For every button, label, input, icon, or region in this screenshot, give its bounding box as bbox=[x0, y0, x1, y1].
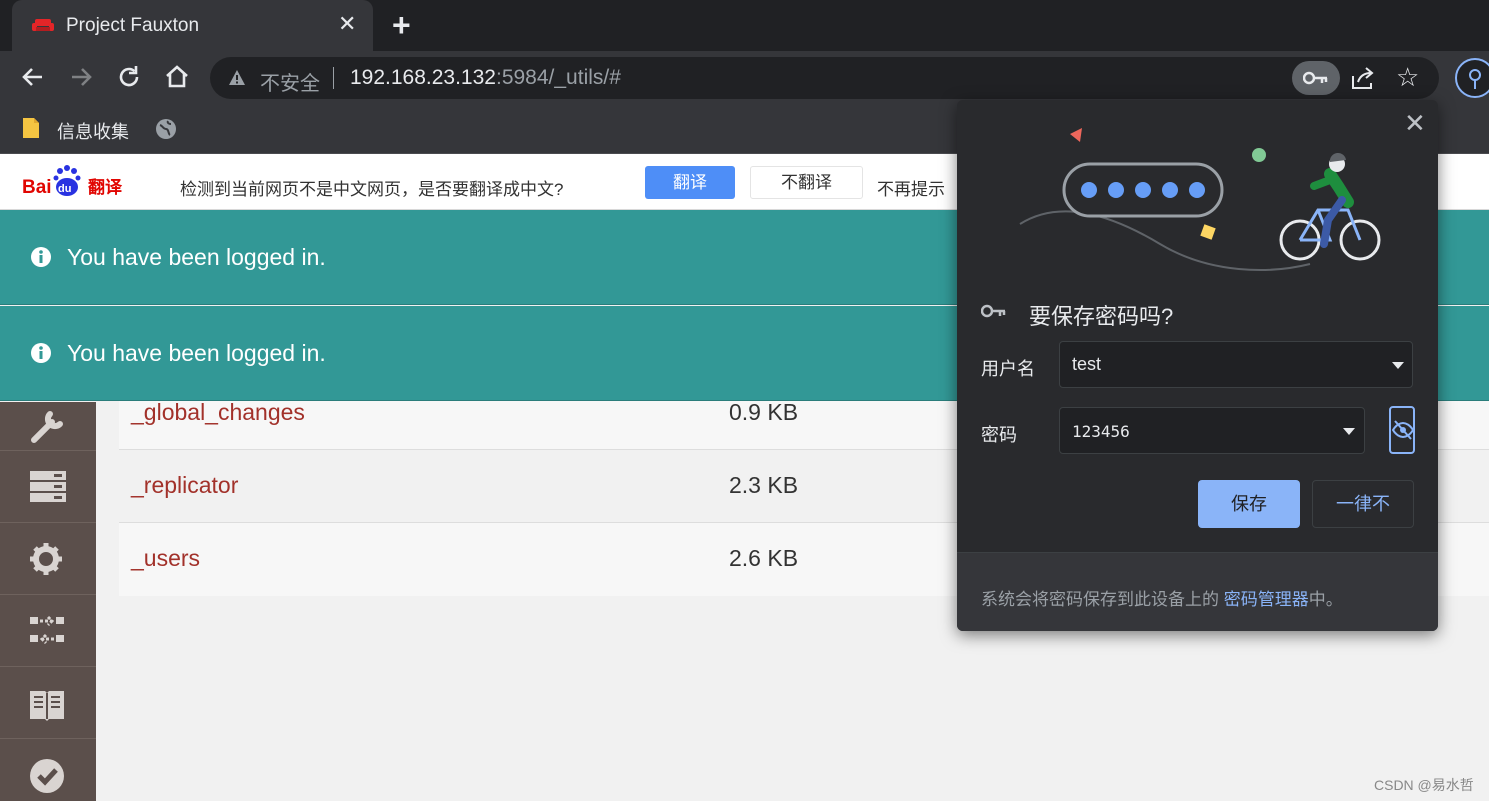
password-value: 123456 bbox=[1072, 422, 1130, 441]
translate-button[interactable]: 翻译 bbox=[645, 166, 735, 199]
username-label: 用户名 bbox=[981, 359, 1035, 379]
gear-icon bbox=[30, 543, 62, 575]
browser-toolbar: 不安全 192.168.23.132:5984/_utils/# ☆ bbox=[0, 51, 1489, 104]
alert-message: You have been logged in. bbox=[67, 244, 326, 270]
book-icon bbox=[30, 691, 64, 721]
save-button[interactable]: 保存 bbox=[1198, 480, 1300, 528]
translate-prompt: 检测到当前网页不是中文网页，是否要翻译成中文? bbox=[180, 180, 564, 199]
profile-button[interactable] bbox=[1455, 58, 1489, 98]
alert-message: You have been logged in. bbox=[67, 340, 326, 366]
url-path: :5984/_utils/# bbox=[495, 66, 621, 89]
bookmark-info-collect[interactable]: 信息收集 bbox=[57, 118, 129, 144]
dialog-footer: 系统会将密码保存到此设备上的 密码管理器中。 bbox=[957, 552, 1438, 631]
footer-prefix: 系统会将密码保存到此设备上的 bbox=[981, 590, 1224, 609]
forward-icon[interactable] bbox=[67, 63, 95, 91]
tab-close-icon[interactable]: ✕ bbox=[338, 13, 356, 35]
database-size: 0.9 KB bbox=[729, 399, 799, 425]
reload-icon[interactable] bbox=[115, 63, 143, 91]
password-key-button[interactable] bbox=[1292, 61, 1340, 95]
url-host: 192.168.23.132 bbox=[350, 66, 496, 89]
save-password-dialog: ✕ 要保存密码吗? 用户名 test 密码 123456 保存 一律不 系统会将… bbox=[957, 100, 1438, 631]
eye-off-icon bbox=[1392, 420, 1414, 440]
csdn-watermark: CSDN @易水哲 bbox=[1374, 777, 1474, 793]
not-secure-label[interactable]: 不安全 bbox=[260, 67, 320, 96]
sidebar-item-databases[interactable] bbox=[0, 450, 96, 522]
check-circle-icon bbox=[30, 759, 64, 793]
database-link[interactable]: _replicator bbox=[131, 472, 238, 499]
database-link[interactable]: _users bbox=[131, 545, 200, 572]
password-manager-link[interactable]: 密码管理器 bbox=[1224, 590, 1309, 609]
logo-translate: 翻译 bbox=[88, 177, 123, 198]
couch-favicon-icon bbox=[32, 19, 54, 31]
username-select[interactable]: test bbox=[1059, 341, 1413, 388]
baidu-translate-logo: Bai du 翻译 bbox=[22, 165, 123, 198]
tab-strip: Project Fauxton ✕ + bbox=[0, 0, 1489, 51]
info-icon bbox=[31, 343, 51, 363]
database-link[interactable]: _global_changes bbox=[131, 399, 305, 426]
location-pin-icon bbox=[1469, 69, 1481, 89]
url-text[interactable]: 192.168.23.132:5984/_utils/# bbox=[350, 66, 621, 90]
close-icon[interactable]: ✕ bbox=[1404, 110, 1426, 136]
no-remind-link[interactable]: 不再提示 bbox=[877, 175, 945, 200]
never-button[interactable]: 一律不 bbox=[1312, 480, 1414, 528]
database-size: 2.3 KB bbox=[729, 472, 799, 498]
logo-du: du bbox=[58, 183, 71, 195]
folder-icon[interactable] bbox=[22, 117, 40, 139]
address-bar[interactable]: 不安全 192.168.23.132:5984/_utils/# ☆ bbox=[210, 57, 1439, 99]
sidebar-item-docs[interactable] bbox=[0, 666, 96, 738]
sidebar-item-verify[interactable] bbox=[0, 738, 96, 801]
key-icon bbox=[981, 304, 1006, 318]
password-select[interactable]: 123456 bbox=[1059, 407, 1365, 454]
share-icon[interactable] bbox=[1350, 66, 1376, 90]
replication-icon bbox=[30, 615, 64, 645]
database-size: 2.6 KB bbox=[729, 545, 799, 571]
new-tab-button[interactable]: + bbox=[392, 9, 411, 41]
footer-text: 系统会将密码保存到此设备上的 密码管理器中。 bbox=[981, 585, 1343, 610]
dialog-title: 要保存密码吗? bbox=[1029, 304, 1174, 329]
url-separator bbox=[333, 67, 334, 89]
username-value: test bbox=[1072, 354, 1102, 374]
tab-project-fauxton[interactable]: Project Fauxton ✕ bbox=[12, 0, 373, 51]
info-icon bbox=[31, 247, 51, 267]
globe-icon[interactable] bbox=[154, 117, 178, 141]
sidebar-item-settings[interactable] bbox=[0, 522, 96, 594]
password-label: 密码 bbox=[981, 425, 1017, 445]
chevron-down-icon bbox=[1343, 428, 1355, 435]
password-illustration bbox=[1019, 128, 1381, 271]
wrench-icon bbox=[31, 411, 63, 443]
show-password-button[interactable] bbox=[1389, 406, 1415, 454]
sidebar-item-replication[interactable] bbox=[0, 594, 96, 666]
server-icon bbox=[30, 471, 66, 502]
key-icon bbox=[1303, 71, 1328, 85]
warning-icon[interactable] bbox=[228, 69, 246, 87]
home-icon[interactable] bbox=[163, 63, 191, 91]
chevron-down-icon bbox=[1392, 362, 1404, 369]
tab-title: Project Fauxton bbox=[66, 15, 200, 36]
no-translate-button[interactable]: 不翻译 bbox=[750, 166, 863, 199]
back-icon[interactable] bbox=[19, 63, 47, 91]
footer-suffix: 中。 bbox=[1308, 590, 1343, 609]
fauxton-sidebar bbox=[0, 402, 96, 801]
logo-bai: Bai bbox=[22, 177, 52, 198]
bookmark-star-icon[interactable]: ☆ bbox=[1396, 64, 1419, 90]
